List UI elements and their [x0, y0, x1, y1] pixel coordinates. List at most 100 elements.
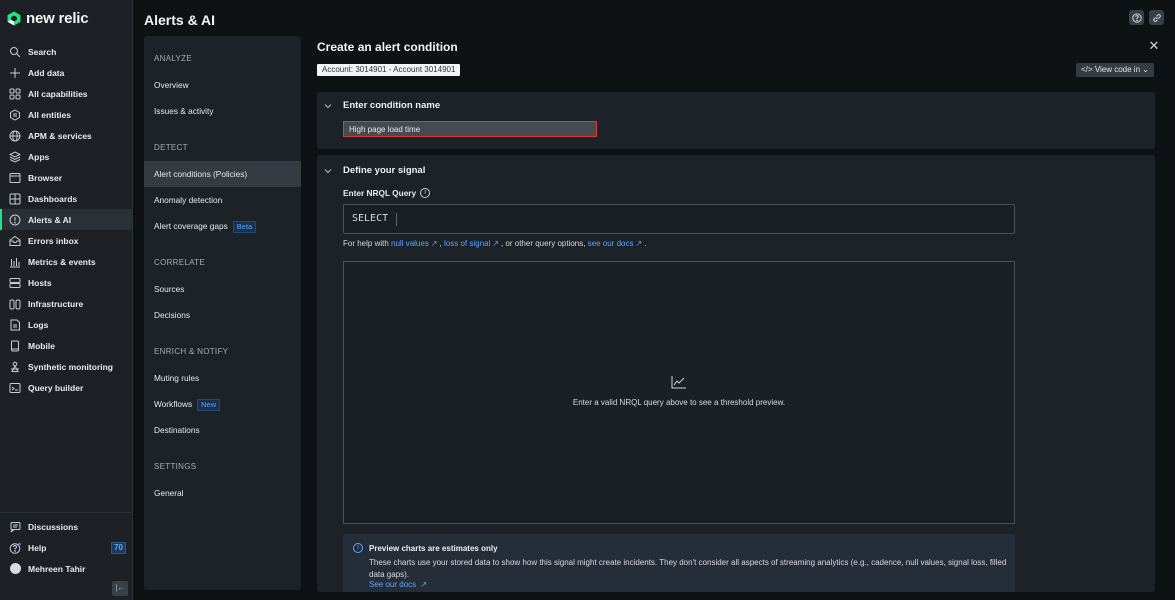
new-badge: New [197, 399, 221, 411]
external-link-icon: ↗ [492, 239, 499, 248]
subnav-item-label: Destinations [154, 425, 200, 435]
nav-all-entities[interactable]: All entities [0, 104, 133, 125]
avatar [9, 563, 21, 574]
subnav-decisions[interactable]: Decisions [144, 302, 301, 328]
condition-name-input[interactable] [343, 121, 597, 137]
chevron-down-icon: ⌄ [1142, 65, 1149, 74]
nav-query-builder[interactable]: Query builder [0, 377, 133, 398]
preview-empty-message: Enter a valid NRQL query above to see a … [572, 398, 786, 407]
subnav-item-label: Sources [154, 284, 185, 294]
nav-infrastructure[interactable]: Infrastructure [0, 293, 133, 314]
help-prefix: For help with [343, 239, 389, 248]
collapse-nav-button[interactable]: |← [112, 581, 128, 596]
close-icon: ✕ [1148, 38, 1160, 53]
notice-body: These charts use your stored data to sho… [369, 558, 1007, 579]
nav-all-capabilities[interactable]: All capabilities [0, 83, 133, 104]
beta-badge: Beta [232, 221, 257, 233]
global-nav-bottom: Discussions Help 70 Mehreen Tahir [0, 512, 133, 579]
nav-synthetic-monitoring[interactable]: Synthetic monitoring [0, 356, 133, 377]
nav-item-label: Alerts & AI [28, 214, 72, 225]
section-heading: DETECT [154, 143, 188, 152]
nav-metrics-events[interactable]: Metrics & events [0, 251, 133, 272]
condition-name-header[interactable]: Enter condition name [323, 100, 440, 111]
subnav-general[interactable]: General [144, 480, 301, 506]
info-icon[interactable]: i [420, 188, 431, 198]
collapse-icon: |← [115, 585, 125, 592]
nav-item-label: Logs [28, 319, 49, 330]
help-button[interactable] [1129, 10, 1144, 25]
section-heading: CORRELATE [154, 258, 206, 267]
subnav-workflows[interactable]: Workflows New [144, 391, 301, 417]
layers-icon [9, 150, 21, 163]
global-nav-list: Search Add data All capabilities All entiti… [0, 41, 133, 398]
subnav-item-label: Alert coverage gaps [154, 221, 228, 231]
nav-user[interactable]: Mehreen Tahir [0, 558, 133, 579]
entities-icon [9, 108, 21, 121]
nav-browser[interactable]: Browser [0, 167, 133, 188]
nrql-query-label: Enter NRQL Query i [343, 188, 431, 198]
nav-discussions[interactable]: Discussions [0, 516, 133, 537]
subnav-alert-conditions-policies[interactable]: Alert conditions (Policies) [144, 161, 301, 187]
nav-item-label: Hosts [28, 277, 52, 288]
nav-item-label: Apps [28, 151, 50, 162]
subnav-overview[interactable]: Overview [144, 72, 301, 98]
subnav-muting-rules[interactable]: Muting rules [144, 365, 301, 391]
nav-apm-services[interactable]: APM & services [0, 125, 133, 146]
close-button[interactable]: ✕ [1148, 38, 1160, 53]
subnav-item-label: Overview [154, 80, 189, 90]
threshold-preview-chart: Enter a valid NRQL query above to see a … [343, 261, 1015, 524]
section-heading: ENRICH & NOTIFY [154, 347, 229, 356]
secondary-nav: ANALYZE Overview Issues & activity DETECT Al… [144, 36, 301, 590]
subnav-destinations[interactable]: Destinations [144, 417, 301, 443]
see-our-docs-link[interactable]: see our docs [588, 239, 634, 248]
line-chart-icon [671, 376, 686, 389]
nav-search[interactable]: Search [0, 41, 133, 62]
mobile-icon [9, 340, 21, 352]
terminal-icon [9, 382, 21, 394]
nav-item-label: Mobile [28, 340, 55, 351]
nav-item-label: All entities [28, 109, 71, 120]
new-relic-logo[interactable]: new relic [7, 10, 89, 27]
nav-logs[interactable]: Logs [0, 314, 133, 335]
define-signal-header[interactable]: Define your signal [323, 165, 425, 176]
grid-icon [9, 88, 21, 100]
text-cursor [396, 213, 397, 226]
notice-docs-link[interactable]: See our docs ↗ [369, 580, 429, 589]
bar-chart-icon [9, 256, 21, 268]
subnav-alert-coverage-gaps[interactable]: Alert coverage gaps Beta [144, 213, 301, 239]
avatar-wrapper [9, 563, 21, 575]
nav-dashboards[interactable]: Dashboards [0, 188, 133, 209]
account-selector[interactable]: Account: 3014901 - Account 3014901 [317, 64, 461, 76]
view-code-button[interactable]: </> View code in ⌄ [1076, 63, 1154, 77]
nav-help[interactable]: Help 70 [0, 537, 133, 558]
nrql-query-input[interactable]: SELECT [343, 204, 1015, 234]
globe-icon [9, 130, 21, 142]
subnav-sources[interactable]: Sources [144, 276, 301, 302]
link-icon [1152, 13, 1161, 22]
server-icon [9, 277, 21, 289]
nav-item-label: All capabilities [28, 88, 88, 99]
define-signal-heading: Define your signal [343, 165, 426, 176]
copy-link-button[interactable] [1149, 10, 1164, 25]
nav-hosts[interactable]: Hosts [0, 272, 133, 293]
loss-of-signal-link[interactable]: loss of signal [444, 239, 490, 248]
nav-add-data[interactable]: Add data [0, 62, 133, 83]
discussions-icon [9, 521, 21, 533]
nav-alerts-ai[interactable]: Alerts & AI [0, 209, 133, 230]
inbox-icon [9, 235, 21, 247]
nav-mobile[interactable]: Mobile [0, 335, 133, 356]
app-title: Alerts & AI [144, 12, 216, 28]
subnav-anomaly-detection[interactable]: Anomaly detection [144, 187, 301, 213]
nav-item-label: Add data [28, 67, 65, 78]
external-link-icon: ↗ [635, 239, 643, 248]
chevron-down-icon [324, 103, 332, 108]
null-values-link[interactable]: null values [391, 239, 429, 248]
nav-errors-inbox[interactable]: Errors inbox [0, 230, 133, 251]
nav-apps[interactable]: Apps [0, 146, 133, 167]
subnav-issues-activity[interactable]: Issues & activity [144, 98, 301, 124]
subnav-item-label: Anomaly detection [154, 195, 223, 205]
subnav-item-label: Decisions [154, 310, 190, 320]
browser-window-icon [9, 172, 21, 184]
